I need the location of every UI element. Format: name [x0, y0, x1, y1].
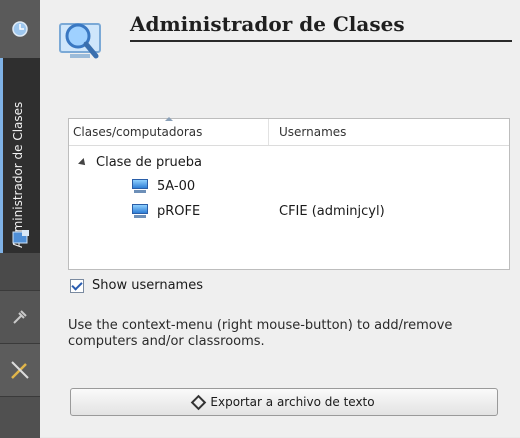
export-text-button[interactable]: Exportar a archivo de texto — [70, 388, 498, 416]
sidebar: Administrador de Clases — [0, 0, 40, 438]
tab-settings[interactable] — [0, 343, 40, 396]
grid-header: Clases/computadoras Usernames — [69, 117, 509, 146]
column-header-classes[interactable]: Clases/computadoras — [73, 125, 202, 139]
show-usernames-option[interactable]: Show usernames — [70, 278, 203, 293]
column-header-usernames[interactable]: Usernames — [279, 125, 346, 139]
context-menu-hint: Use the context-menu (right mouse-button… — [68, 318, 453, 349]
clock-icon — [12, 21, 28, 37]
tools-icon — [13, 310, 27, 324]
wrench-icon — [11, 361, 29, 379]
show-usernames-checkbox[interactable] — [70, 278, 84, 293]
export-icon — [191, 394, 207, 410]
column-divider[interactable] — [268, 119, 269, 145]
tab-tools[interactable] — [0, 290, 40, 343]
tree-row-computer[interactable]: pROFE — [131, 204, 200, 219]
main-panel: Administrador de Clases Clases/computado… — [40, 0, 520, 437]
show-usernames-label: Show usernames — [92, 278, 203, 293]
computer-name: 5A-00 — [157, 179, 196, 194]
class-name: Clase de prueba — [96, 155, 202, 170]
class-computer-grid[interactable]: Clases/computadoras Usernames Clase de p… — [68, 117, 510, 270]
tab-classroom-admin-label: Administrador de Clases — [11, 101, 25, 248]
page-title: Administrador de Clases — [130, 12, 405, 36]
tab-classroom-admin[interactable]: Administrador de Clases — [0, 58, 40, 253]
computer-username: CFIE (adminjcyl) — [279, 204, 385, 219]
tab-top[interactable] — [0, 0, 40, 59]
tab-empty — [0, 396, 40, 438]
tree-row-computer[interactable]: 5A-00 — [131, 179, 195, 194]
computer-icon — [131, 179, 149, 194]
expand-arrow-icon[interactable] — [78, 157, 88, 168]
classroom-magnifier-icon — [59, 23, 101, 59]
tree-row-class[interactable]: Clase de prueba — [78, 155, 202, 170]
export-button-label: Exportar a archivo de texto — [210, 395, 375, 409]
computer-icon — [131, 204, 149, 219]
classroom-admin-icon — [12, 230, 29, 244]
computer-name: pROFE — [157, 204, 201, 219]
sort-arrow-icon — [165, 117, 173, 121]
title-divider — [130, 40, 512, 42]
